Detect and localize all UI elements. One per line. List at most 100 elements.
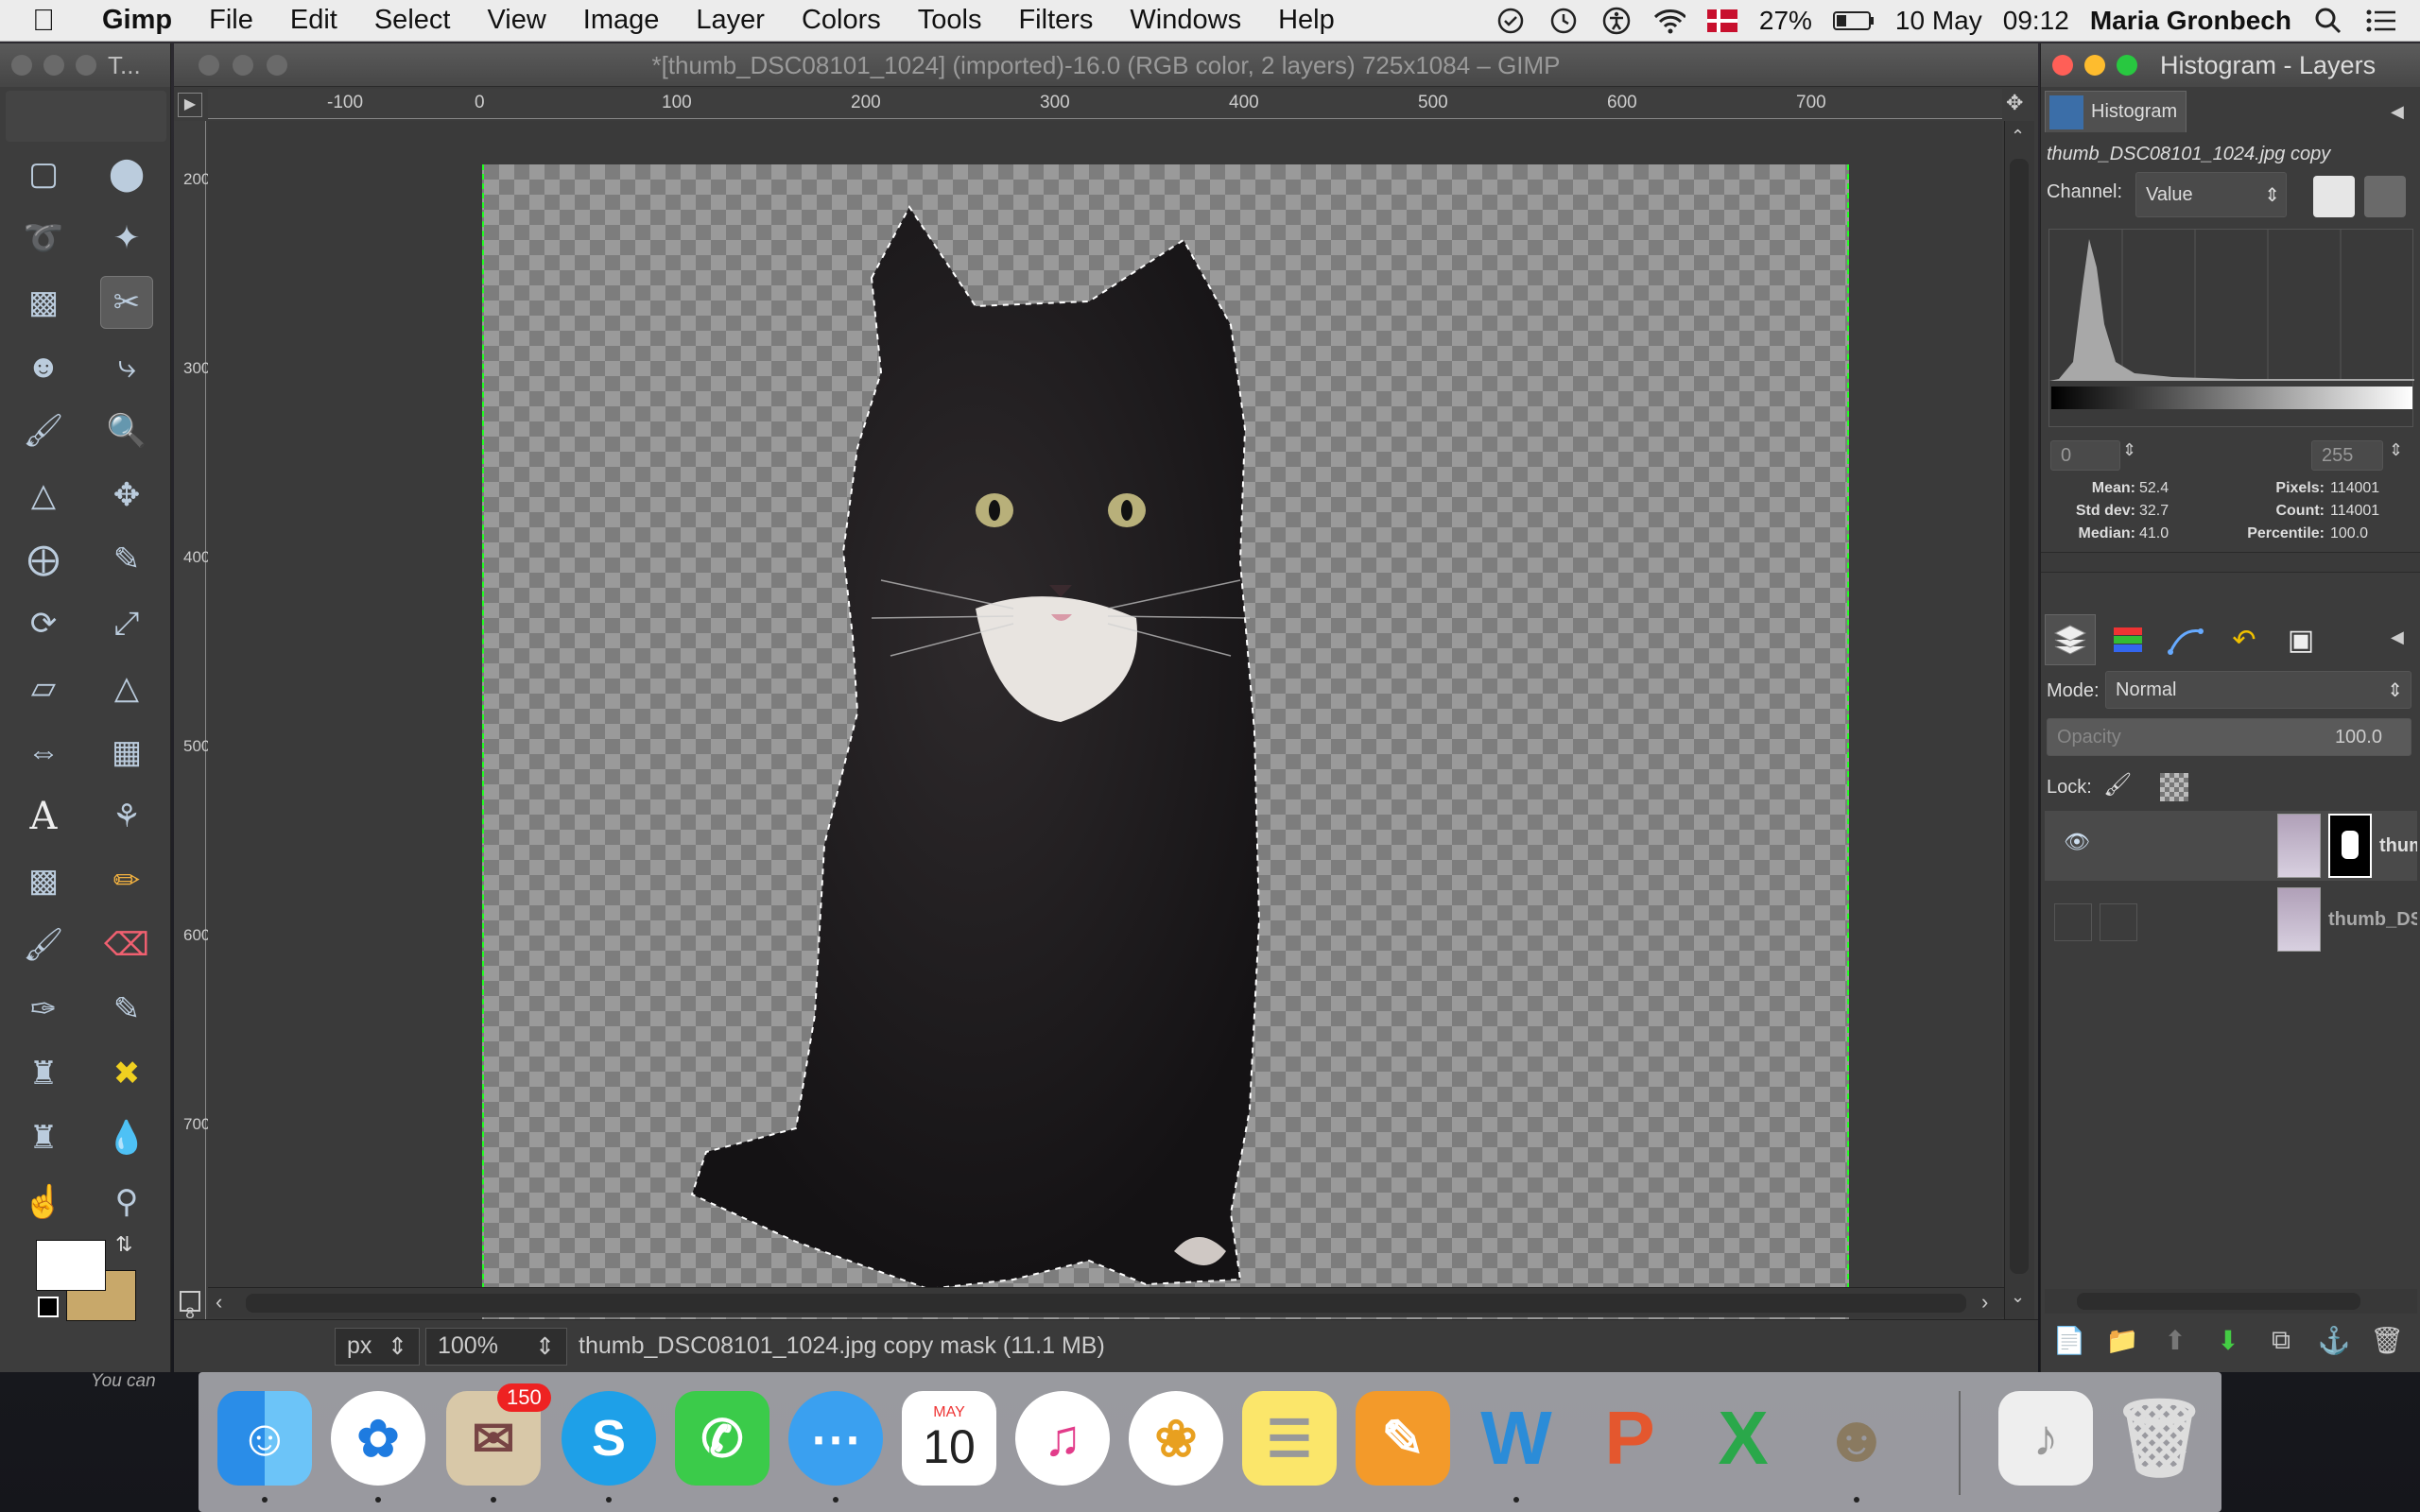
channels-tab-icon[interactable] — [2103, 614, 2154, 665]
image-canvas[interactable] — [482, 164, 1849, 1321]
bucket-fill-icon[interactable]: ⚘ — [100, 790, 153, 843]
tab-menu-icon[interactable]: ◀ — [2391, 102, 2404, 122]
blur-icon[interactable]: 💧 — [100, 1111, 153, 1164]
image-window-titlebar[interactable]: *[thumb_DSC08101_1024] (imported)-16.0 (… — [174, 43, 2038, 87]
layer-name[interactable]: thumb_DSC08 — [2379, 835, 2417, 857]
foreground-color-swatch[interactable] — [36, 1240, 106, 1291]
menu-select[interactable]: Select — [374, 5, 451, 36]
scale-icon[interactable]: ⤢ — [100, 597, 153, 650]
linear-histogram-button[interactable] — [2313, 176, 2355, 217]
cage-transform-icon[interactable]: ▦ — [100, 726, 153, 779]
dodge-burn-icon[interactable]: ⚲ — [100, 1176, 153, 1228]
zoom-icon[interactable]: 🔍 — [100, 404, 153, 457]
layers-hscroll[interactable] — [2045, 1289, 2417, 1314]
dock-close-button[interactable] — [2052, 55, 2073, 76]
battery-icon[interactable] — [1832, 5, 1875, 37]
photos-icon[interactable]: ❀ — [1129, 1391, 1223, 1486]
vertical-ruler[interactable]: 200 300 400 500 600 700 8 — [174, 121, 210, 1331]
scroll-up-arrow[interactable]: ⌃ — [2011, 127, 2025, 146]
apple-icon[interactable]:  — [32, 3, 83, 38]
menu-help[interactable]: Help — [1278, 5, 1335, 36]
trash-icon[interactable]: 🗑 — [2111, 1391, 2207, 1486]
log-histogram-button[interactable] — [2364, 176, 2406, 217]
perspective-icon[interactable]: △ — [100, 662, 153, 714]
facetime-icon[interactable]: ✆ — [675, 1391, 769, 1486]
notes-icon[interactable]: ☰ — [1242, 1391, 1337, 1486]
layer-chain-toggle[interactable] — [2100, 903, 2137, 941]
lower-layer-icon[interactable]: ⬇ — [2211, 1323, 2245, 1357]
smudge-icon[interactable]: ☝ — [17, 1176, 70, 1228]
range-max-input[interactable]: 255 — [2311, 440, 2383, 471]
layer-thumbnail[interactable] — [2277, 887, 2321, 952]
layer-mask-thumbnail[interactable] — [2328, 814, 2372, 878]
select-by-color-icon[interactable]: ▩ — [17, 276, 70, 329]
menu-colors[interactable]: Colors — [802, 5, 881, 36]
channel-select[interactable]: Value ⇕ — [2135, 172, 2287, 217]
paths-icon[interactable]: ⤷ — [100, 340, 153, 393]
menu-app-name[interactable]: Gimp — [102, 5, 172, 36]
layer-row[interactable]: thumb_DSC08101_1 — [2045, 885, 2417, 954]
new-layer-icon[interactable]: 📄 — [2052, 1323, 2086, 1357]
notification-center-icon[interactable] — [2365, 5, 2397, 37]
calendar-icon[interactable]: MAY 10 — [902, 1391, 996, 1486]
blend-gradient-icon[interactable]: ▩ — [17, 854, 70, 907]
rect-select-icon[interactable]: ▢ — [17, 147, 70, 200]
unit-select[interactable]: px ⇕ — [335, 1327, 420, 1366]
zoom-button[interactable] — [76, 55, 96, 76]
anchor-layer-icon[interactable]: ⚓ — [2317, 1323, 2351, 1357]
duplicate-layer-icon[interactable]: ⧉ — [2264, 1323, 2298, 1357]
new-layer-group-icon[interactable]: 📁 — [2105, 1323, 2139, 1357]
menu-edit[interactable]: Edit — [290, 5, 337, 36]
scroll-left-arrow[interactable]: ‹ — [216, 1290, 222, 1314]
skype-icon[interactable]: S — [562, 1391, 656, 1486]
wifi-icon[interactable] — [1653, 5, 1685, 37]
lock-pixels-brush-icon[interactable]: 🖌 — [2103, 771, 2132, 799]
ink-icon[interactable]: ✎ — [100, 983, 153, 1036]
free-select-lasso-icon[interactable]: ➰ — [17, 212, 70, 265]
range-max-spinner[interactable]: ⇕ — [2389, 440, 2403, 460]
accessibility-icon[interactable] — [1600, 5, 1633, 37]
delete-layer-icon[interactable]: 🗑 — [2370, 1323, 2404, 1357]
canvas-area[interactable] — [208, 121, 2002, 1321]
menu-view[interactable]: View — [487, 5, 545, 36]
scissors-select-icon[interactable]: ✂ — [100, 276, 153, 329]
perspective-clone-icon[interactable]: ♜ — [17, 1111, 70, 1164]
crop-icon[interactable]: ✎ — [100, 533, 153, 586]
toolbox-titlebar[interactable]: T... — [0, 43, 170, 87]
images-tab-icon[interactable]: ▣ — [2275, 614, 2326, 665]
scroll-down-arrow[interactable]: ⌄ — [2011, 1287, 2025, 1307]
close-button[interactable] — [11, 55, 32, 76]
fuzzy-select-wand-icon[interactable]: ✦ — [100, 212, 153, 265]
range-min-input[interactable]: 0 — [2050, 440, 2120, 471]
zoom-select[interactable]: 100% ⇕ — [425, 1327, 567, 1366]
align-icon[interactable]: ⨁ — [17, 533, 70, 586]
dock-zoom-button[interactable] — [2117, 55, 2137, 76]
pages-icon[interactable]: ✎ — [1356, 1391, 1450, 1486]
histogram-view[interactable] — [2048, 229, 2414, 427]
navigate-icon[interactable]: ✥ — [2006, 91, 2031, 115]
task-check-icon[interactable] — [1495, 5, 1527, 37]
scroll-right-arrow[interactable]: › — [1981, 1290, 1988, 1314]
menu-layer[interactable]: Layer — [696, 5, 765, 36]
time-machine-icon[interactable] — [1547, 5, 1580, 37]
rotate-icon[interactable]: ⟳ — [17, 597, 70, 650]
pencil-icon[interactable]: ✏ — [100, 854, 153, 907]
minimize-button[interactable] — [43, 55, 64, 76]
vertical-scrollbar[interactable]: ⌃ ⌄ — [2004, 121, 2034, 1325]
foreground-select-icon[interactable]: ☻ — [17, 340, 70, 393]
layer-name[interactable]: thumb_DSC08101_1 — [2328, 909, 2417, 931]
menubar-user[interactable]: Maria Gronbech — [2090, 6, 2291, 36]
menu-file[interactable]: File — [209, 5, 253, 36]
move-icon[interactable]: ✥ — [100, 469, 153, 522]
menubar-date[interactable]: 10 May — [1895, 6, 1982, 36]
raise-layer-icon[interactable]: ⬆ — [2158, 1323, 2192, 1357]
measure-icon[interactable]: △ — [17, 469, 70, 522]
horizontal-scroll-thumb[interactable] — [246, 1294, 1966, 1313]
layers-tab-icon[interactable] — [2045, 614, 2096, 665]
menubar-time[interactable]: 09:12 — [2003, 6, 2069, 36]
horizontal-ruler[interactable]: -100 0 100 200 300 400 500 600 700 — [208, 89, 2002, 119]
layer-row[interactable]: 👁 thumb_DSC08 — [2045, 811, 2417, 881]
layer-visibility-eye-icon[interactable]: 👁 — [2064, 830, 2090, 854]
shear-icon[interactable]: ▱ — [17, 662, 70, 714]
spotlight-search-icon[interactable] — [2312, 5, 2344, 37]
